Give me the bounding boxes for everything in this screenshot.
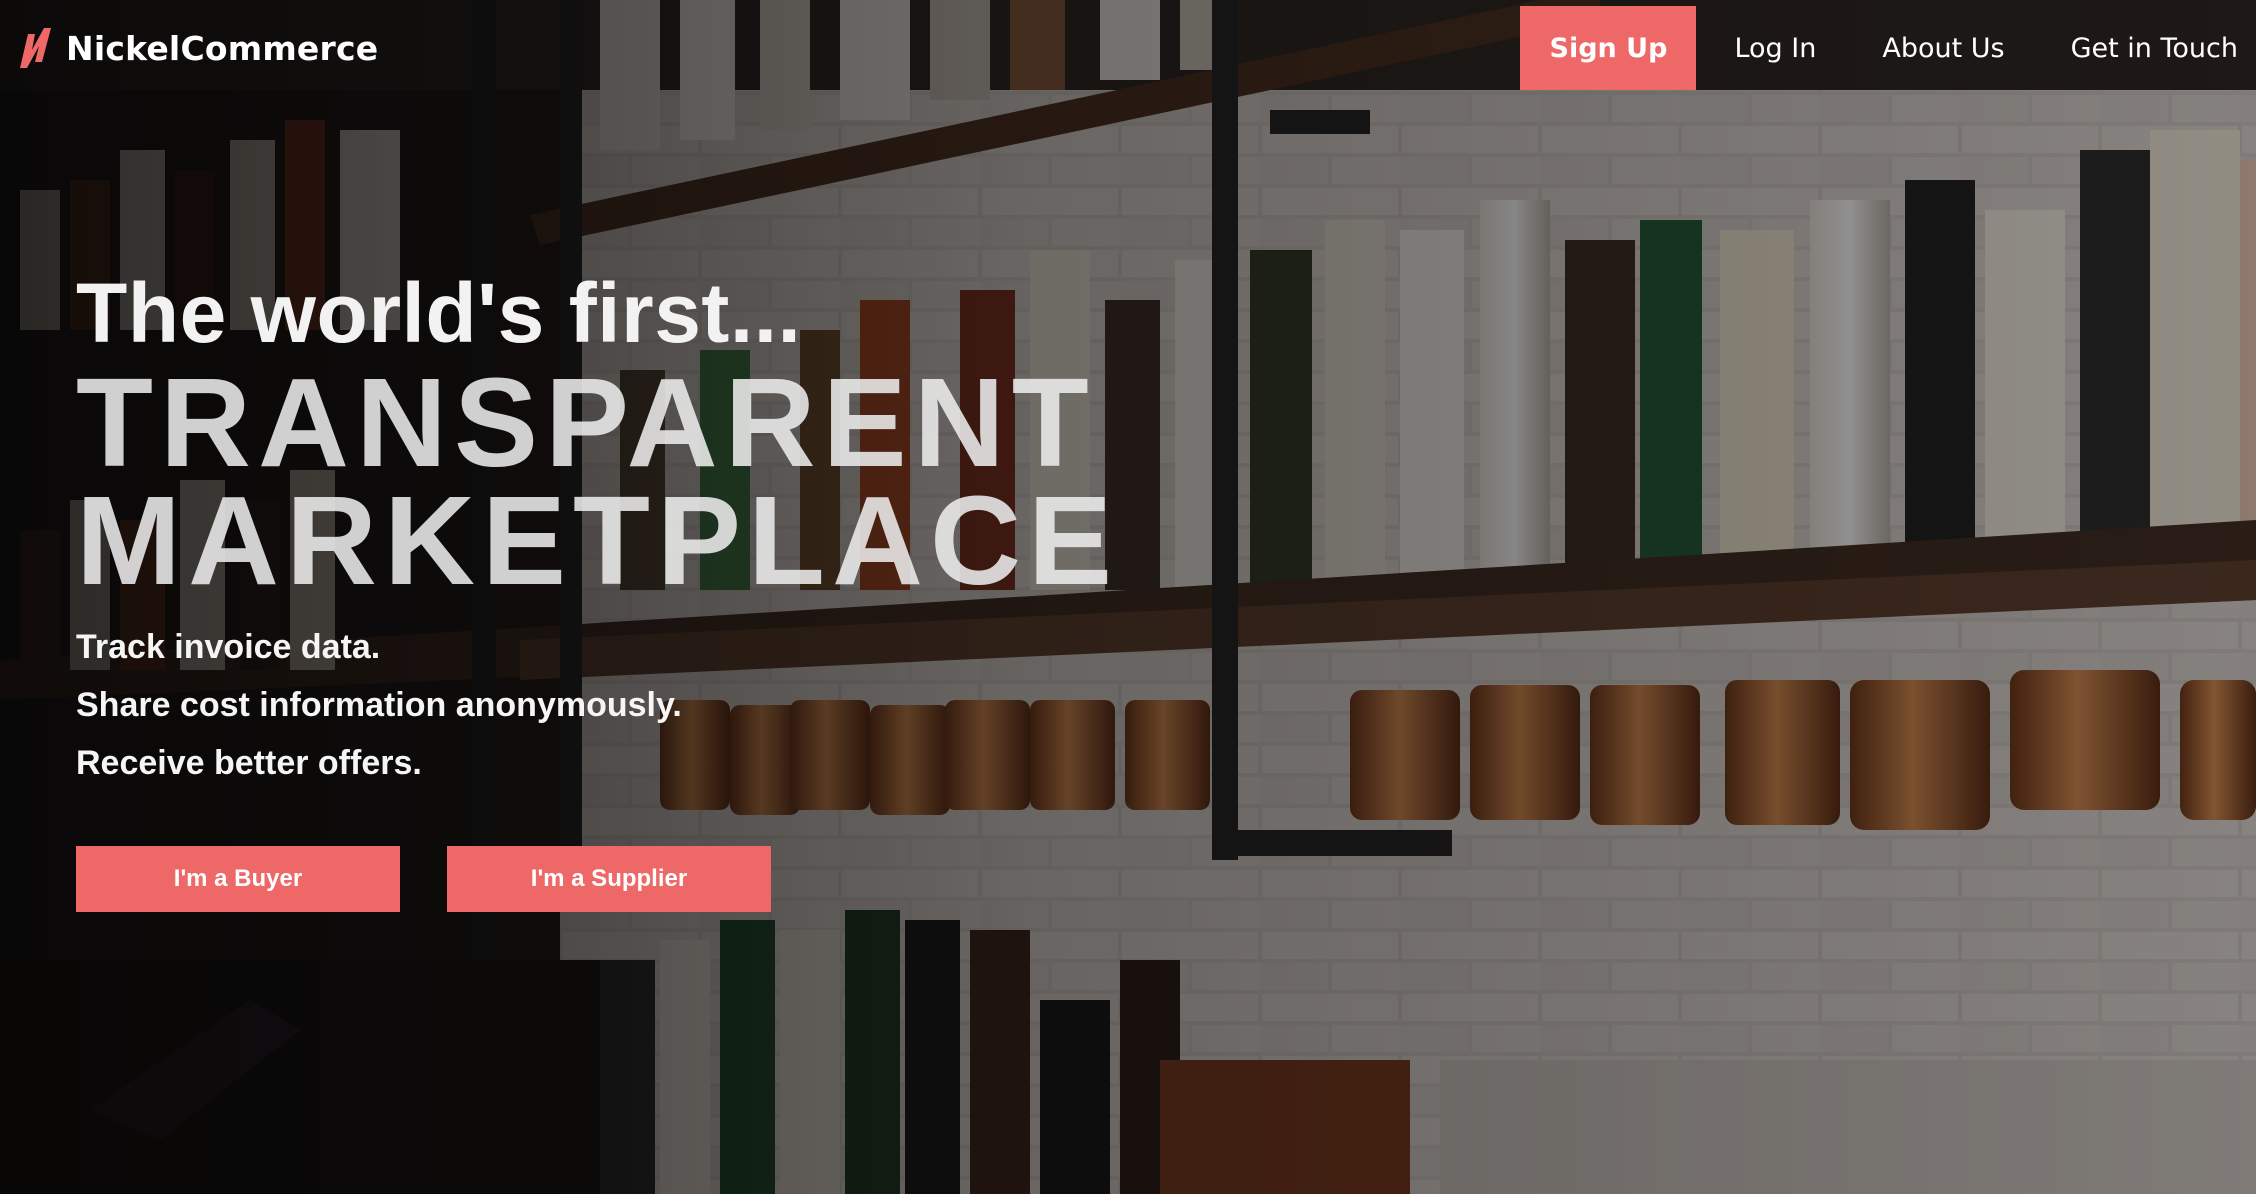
hero-value-propositions: Track invoice data. Share cost informati… bbox=[76, 618, 1119, 792]
hero-kicker: The world's first... bbox=[76, 266, 802, 360]
top-navigation: Sign Up Log In About Us Get in Touch bbox=[1520, 6, 2238, 90]
sign-up-button[interactable]: Sign Up bbox=[1520, 6, 1697, 90]
hero-title-line-1: TRANSPARENT bbox=[76, 352, 1096, 493]
value-prop-line: Track invoice data. bbox=[76, 628, 381, 666]
get-in-touch-link[interactable]: Get in Touch bbox=[2071, 33, 2238, 64]
hero-section: The world's first... TRANSPARENT MARKETP… bbox=[76, 268, 1119, 792]
brand-name: NickelCommerce bbox=[66, 28, 379, 68]
lightning-n-icon bbox=[20, 28, 51, 68]
value-prop-line: Receive better offers. bbox=[76, 744, 422, 782]
supplier-button[interactable]: I'm a Supplier bbox=[447, 846, 771, 912]
value-prop-line: Share cost information anonymously. bbox=[76, 686, 682, 724]
hero-title: TRANSPARENT MARKETPLACE bbox=[76, 352, 1119, 611]
log-in-link[interactable]: Log In bbox=[1734, 33, 1816, 64]
buyer-button[interactable]: I'm a Buyer bbox=[76, 846, 400, 912]
hero-title-line-2: MARKETPLACE bbox=[76, 470, 1119, 611]
about-us-link[interactable]: About Us bbox=[1882, 33, 2004, 64]
brand-logo[interactable]: NickelCommerce bbox=[18, 26, 378, 70]
